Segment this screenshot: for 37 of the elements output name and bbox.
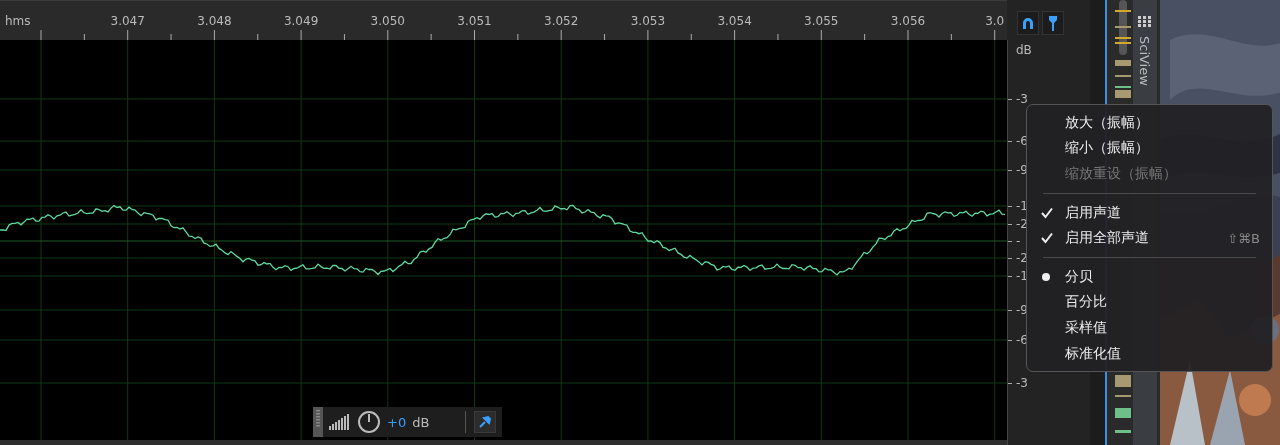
pin-button[interactable] — [474, 411, 497, 433]
menu-item[interactable]: 百分比 — [1027, 289, 1272, 316]
menu-item[interactable]: 分贝 — [1027, 263, 1272, 290]
sciview-tab[interactable]: SciView — [1137, 36, 1153, 86]
time-tick-label: 3.053 — [629, 14, 667, 28]
time-tick-label: 3.051 — [456, 14, 493, 28]
db-tick-label: - — [1016, 234, 1021, 248]
menu-item[interactable]: 启用全部声道 ⇧⌘B — [1027, 225, 1272, 251]
time-tick-label: 3.056 — [889, 14, 927, 28]
menu-item[interactable]: 标准化值 — [1027, 340, 1272, 367]
magnet-button[interactable] — [1017, 11, 1039, 35]
gain-unit: dB — [412, 414, 430, 430]
pin-marker-button[interactable] — [1042, 11, 1064, 35]
db-unit-label: dB — [1016, 43, 1032, 57]
menu-item[interactable]: 启用声道 — [1027, 199, 1272, 226]
menu-item[interactable]: 采样值 — [1027, 315, 1272, 341]
menu-item[interactable]: 放大（振幅） — [1027, 110, 1272, 136]
gain-value[interactable]: +0 — [387, 414, 407, 430]
signal-bars-icon — [329, 414, 351, 430]
db-tick-label: -3 — [1016, 376, 1028, 390]
grid-icon[interactable] — [1137, 16, 1152, 28]
time-tick-label: 3.055 — [803, 14, 840, 28]
time-unit-label: hms — [5, 14, 31, 28]
grip-icon[interactable] — [313, 407, 323, 437]
time-tick-label: 3.0 — [984, 14, 1006, 28]
time-tick-label: 3.047 — [109, 14, 146, 28]
time-tick-label: 3.048 — [196, 14, 233, 28]
time-tick-label: 3.050 — [369, 14, 406, 28]
db-tick-label: -3 — [1016, 92, 1028, 106]
power-knob-icon[interactable] — [357, 410, 381, 434]
magnet-icon — [1020, 15, 1036, 31]
time-tick-label: 3.052 — [543, 14, 580, 28]
level-meter-drawing — [1114, 375, 1131, 433]
menu-item[interactable]: 缩小（振幅） — [1027, 135, 1272, 162]
time-tick-label: 3.054 — [716, 14, 753, 28]
time-tick-label: 3.049 — [282, 14, 320, 28]
pin-icon — [478, 415, 493, 429]
